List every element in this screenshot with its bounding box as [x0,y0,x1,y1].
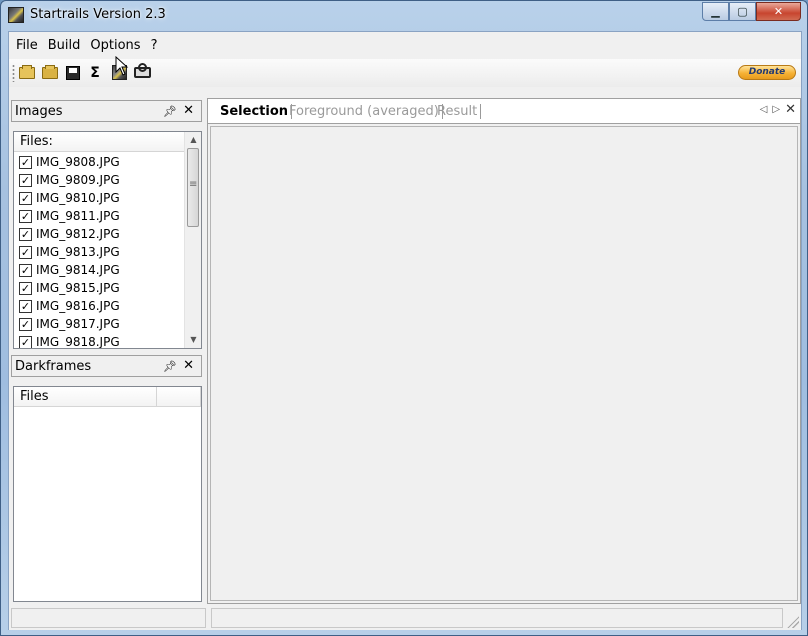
file-list-item[interactable]: ✓ IMG_9815.JPG [14,279,184,297]
close-panel-icon[interactable]: ✕ [183,103,194,118]
file-list-item[interactable]: ✓ IMG_9812.JPG [14,225,184,243]
images-scrollbar[interactable]: ▲ ▼ [184,132,201,348]
menu-bar: File Build Options ? [9,32,801,59]
video-button[interactable] [133,63,151,81]
tab-foreground[interactable]: Foreground (averaged) [286,104,443,119]
file-name: IMG_9811.JPG [36,209,120,223]
open-darkframes-button[interactable] [41,64,59,81]
file-checkbox[interactable]: ✓ [19,155,32,169]
main-tab-area: Selection Foreground (averaged) Result ◁… [207,98,801,604]
save-button[interactable] [64,64,82,81]
file-checkbox[interactable]: ✓ [19,209,32,223]
close-panel-icon[interactable]: ✕ [183,358,194,373]
file-list-item[interactable]: ✓ IMG_9809.JPG [14,171,184,189]
images-panel-title: Images [15,104,63,119]
file-list-item[interactable]: ✓ IMG_9808.JPG [14,153,184,171]
file-checkbox[interactable]: ✓ [19,173,32,187]
files-column-header[interactable]: Files: [14,132,185,151]
file-checkbox[interactable]: ✓ [19,317,32,331]
build-sum-button[interactable]: Σ [86,64,104,81]
sigma-icon: Σ [90,64,100,81]
file-name: IMG_9814.JPG [36,263,120,277]
save-icon [66,65,80,80]
darkframes-list-header: Files [14,387,201,407]
minimize-icon: ▁ [711,5,720,18]
file-name: IMG_9816.JPG [36,299,120,313]
donate-button[interactable]: Donate [738,65,796,80]
file-name: IMG_9808.JPG [36,155,120,169]
toolbar-grip[interactable] [12,64,15,82]
file-checkbox[interactable]: ✓ [19,227,32,241]
close-button[interactable]: ✕ [756,2,801,21]
file-name: IMG_9813.JPG [36,245,120,259]
file-list-item[interactable]: ✓ IMG_9811.JPG [14,207,184,225]
images-list-header: Files: [14,132,201,152]
file-checkbox[interactable]: ✓ [19,245,32,259]
scroll-down-icon[interactable]: ▼ [185,332,201,348]
open-darkframes-icon [42,64,58,79]
file-list-item[interactable]: ✓ IMG_9817.JPG [14,315,184,333]
client-area: File Build Options ? Σ Donate Images 📌︎ … [8,31,802,630]
caption-buttons: ▁ ▢ ✕ [702,2,801,21]
darkframes-panel-title: Darkframes [15,359,92,374]
window-title: Startrails Version 2.3 [30,7,166,22]
maximize-icon: ▢ [737,5,748,18]
file-name: IMG_9817.JPG [36,317,120,331]
app-window: Startrails Version 2.3 ▁ ▢ ✕ File Build … [0,0,808,636]
status-cell-main [211,608,783,628]
images-panel-header: Images 📌︎ ✕ [11,100,202,122]
menu-file[interactable]: File [11,32,43,59]
tab-navigation: ◁ ▷ ✕ [760,102,796,117]
file-list-item[interactable]: ✓ IMG_9810.JPG [14,189,184,207]
tab-strip: Selection Foreground (averaged) Result ◁… [208,99,800,124]
file-checkbox[interactable]: ✓ [19,335,32,348]
selection-view[interactable] [210,126,798,601]
app-icon[interactable] [8,7,24,23]
file-name: IMG_9818.JPG [36,335,120,349]
darkframes-files-column-header[interactable]: Files [14,387,158,406]
file-name: IMG_9812.JPG [36,227,120,241]
file-list-item[interactable]: ✓ IMG_9814.JPG [14,261,184,279]
tab-scroll-right-icon[interactable]: ▷ [772,104,780,117]
darkframes-file-list[interactable]: Files [13,386,202,602]
images-rows: ✓ IMG_9808.JPG ✓ IMG_9809.JPG ✓ IMG_9810.JPG ✓… [14,153,184,349]
scroll-thumb[interactable] [187,148,199,227]
file-checkbox[interactable]: ✓ [19,299,32,313]
scroll-up-icon[interactable]: ▲ [185,132,201,148]
file-name: IMG_9815.JPG [36,281,120,295]
file-name: IMG_9810.JPG [36,191,120,205]
file-list-item[interactable]: ✓ IMG_9816.JPG [14,297,184,315]
pin-icon[interactable]: 📌︎ [163,105,177,118]
darkframes-extra-column-header[interactable] [157,387,201,406]
tab-close-icon[interactable]: ✕ [785,102,796,117]
status-cell-left [11,608,206,628]
title-bar[interactable]: Startrails Version 2.3 ▁ ▢ ✕ [1,1,807,31]
file-name: IMG_9809.JPG [36,173,120,187]
close-icon: ✕ [773,5,784,18]
open-images-icon [19,64,35,79]
pin-icon[interactable]: 📌︎ [163,360,177,373]
file-list-item[interactable]: ✓ IMG_9813.JPG [14,243,184,261]
resize-grip-icon[interactable] [787,616,799,628]
menu-options[interactable]: Options [85,32,145,59]
tab-scroll-left-icon[interactable]: ◁ [760,104,768,117]
tab-selection[interactable]: Selection [217,104,293,119]
minimize-button[interactable]: ▁ [702,2,729,21]
file-checkbox[interactable]: ✓ [19,263,32,277]
status-bar [9,606,801,630]
darkframes-panel-header: Darkframes 📌︎ ✕ [11,355,202,377]
images-file-list[interactable]: Files: ✓ IMG_9808.JPG ✓ IMG_9809.JPG ✓ IMG_98… [13,131,202,349]
open-images-button[interactable] [18,64,36,81]
mouse-cursor-icon [115,56,129,76]
video-camera-icon [133,63,151,78]
file-list-item[interactable]: ✓ IMG_9818.JPG [14,333,184,349]
menu-build[interactable]: Build [43,32,86,59]
tab-result[interactable]: Result [434,104,482,119]
file-checkbox[interactable]: ✓ [19,281,32,295]
file-checkbox[interactable]: ✓ [19,191,32,205]
maximize-button[interactable]: ▢ [729,2,756,21]
menu-help[interactable]: ? [146,32,163,59]
